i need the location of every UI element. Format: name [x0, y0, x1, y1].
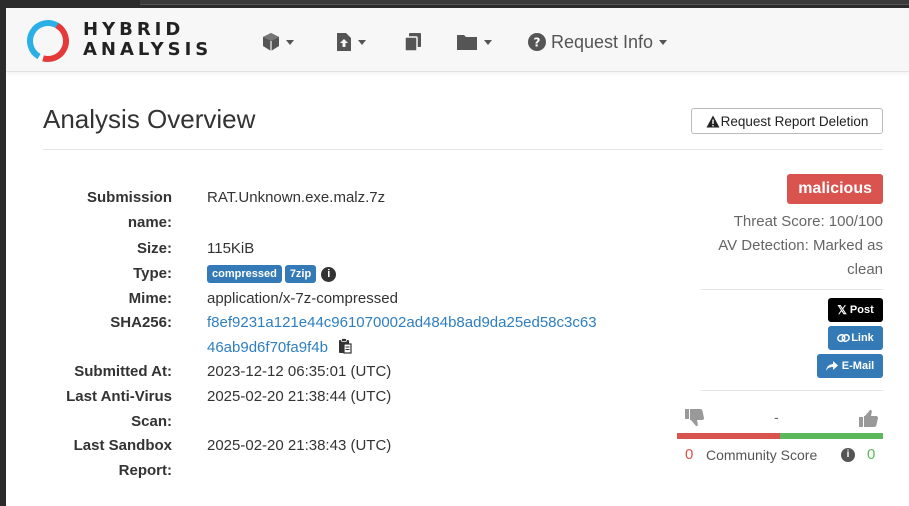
x-logo-icon: 𝕏 — [837, 303, 847, 317]
x-post-label: Post — [849, 304, 874, 316]
sha256-line2-row: 46ab9d6f70fa9f4b — [207, 336, 352, 360]
logo[interactable]: HYBRID ANALYSIS — [24, 17, 229, 65]
mime-value: application/x-7z-compressed — [207, 290, 398, 307]
community-separator: - — [774, 409, 779, 425]
navbar: HYBRID ANALYSIS ? Request Info — [6, 8, 909, 72]
page-frame: HYBRID ANALYSIS ? Request Info Analysis … — [6, 8, 909, 506]
browser-top-strip — [0, 0, 909, 8]
browser-address-bar — [140, 0, 909, 5]
link-icon — [837, 334, 851, 343]
file-upload-icon — [337, 33, 351, 51]
sha256-label: SHA256: — [110, 314, 172, 331]
nav-request-info[interactable]: ? Request Info — [528, 29, 668, 55]
last-sandbox-label-2: Report: — [118, 462, 172, 479]
svg-text:?: ? — [534, 36, 541, 50]
av-detection-line1: AV Detection: Marked as — [718, 237, 883, 254]
link-label: Link — [851, 332, 874, 344]
chevron-down-icon — [358, 39, 366, 45]
share-divider — [701, 390, 883, 391]
last-av-label-2: Scan: — [131, 413, 172, 430]
nav-folder-menu[interactable] — [456, 29, 492, 55]
thumbs-up-icon[interactable] — [859, 409, 879, 427]
folder-icon — [457, 35, 477, 50]
community-score-bar — [677, 433, 883, 439]
community-info-icon[interactable]: i — [841, 448, 855, 462]
share-arrow-icon — [825, 361, 838, 371]
submitted-value: 2023-12-12 06:35:01 (UTC) — [207, 363, 392, 380]
type-value: compressed 7zip i — [207, 262, 337, 286]
clipboard-icon[interactable] — [338, 338, 352, 354]
request-info-label: Request Info — [551, 31, 654, 52]
request-deletion-button[interactable]: Request Report Deletion — [691, 108, 883, 134]
up-count: 0 — [867, 446, 876, 463]
cube-icon — [263, 33, 279, 51]
type-label: Type: — [133, 265, 172, 282]
copy-icon — [404, 33, 421, 52]
logo-text: HYBRID ANALYSIS — [83, 20, 212, 60]
x-post-button[interactable]: 𝕏 Post — [828, 298, 883, 322]
chevron-down-icon — [659, 39, 668, 45]
chevron-down-icon — [484, 39, 492, 45]
email-button[interactable]: E-Mail — [817, 354, 883, 378]
submission-name-label-1: Submission — [86, 189, 172, 206]
nav-copy[interactable] — [404, 29, 422, 55]
last-av-label-1: Last Anti-Virus — [66, 388, 172, 405]
last-av-value: 2025-02-20 21:38:44 (UTC) — [207, 388, 392, 405]
sha256-link-line1[interactable]: f8ef9231a121e44c961070002ad484b8ad9da25e… — [207, 311, 597, 335]
request-deletion-label: Request Report Deletion — [720, 113, 869, 129]
size-value: 115KiB — [207, 240, 255, 257]
logo-line2: ANALYSIS — [83, 39, 213, 60]
nav-upload-menu[interactable] — [336, 29, 366, 55]
mime-label: Mime: — [128, 290, 172, 307]
logo-line1: HYBRID — [83, 19, 185, 40]
submitted-label: Submitted At: — [74, 363, 172, 380]
size-label: Size: — [136, 240, 172, 257]
type-tag-compressed[interactable]: compressed — [207, 265, 282, 284]
community-score-label: Community Score — [706, 447, 818, 463]
sha256-link-line2[interactable]: 46ab9d6f70fa9f4b — [207, 339, 328, 356]
threat-score: Threat Score: 100/100 — [733, 213, 883, 230]
thumbs-down-icon[interactable] — [685, 409, 705, 427]
type-tag-7zip[interactable]: 7zip — [284, 265, 317, 284]
score-bar-positive — [780, 433, 883, 439]
last-sandbox-label-1: Last Sandbox — [73, 437, 172, 454]
info-icon[interactable]: i — [321, 266, 337, 282]
av-detection-line2: clean — [847, 261, 883, 278]
submission-name-label-2: name: — [127, 214, 172, 231]
verdict-divider — [701, 289, 883, 290]
down-count: 0 — [685, 446, 694, 463]
last-sandbox-value: 2025-02-20 21:38:43 (UTC) — [207, 437, 392, 454]
verdict-badge: malicious — [787, 174, 883, 204]
warning-icon — [706, 115, 720, 127]
score-bar-negative — [677, 433, 780, 439]
title-divider — [43, 149, 883, 150]
nav-cube-menu[interactable] — [262, 29, 294, 55]
question-circle-icon: ? — [528, 33, 546, 51]
chevron-down-icon — [286, 39, 294, 45]
submission-name-value: RAT.Unknown.exe.malz.7z — [207, 189, 386, 206]
page-title: Analysis Overview — [43, 104, 256, 134]
email-label: E-Mail — [841, 360, 875, 372]
link-button[interactable]: Link — [828, 326, 883, 350]
logo-ring-icon — [27, 20, 69, 62]
community-score: - 0 Community Score i 0 — [677, 409, 883, 469]
